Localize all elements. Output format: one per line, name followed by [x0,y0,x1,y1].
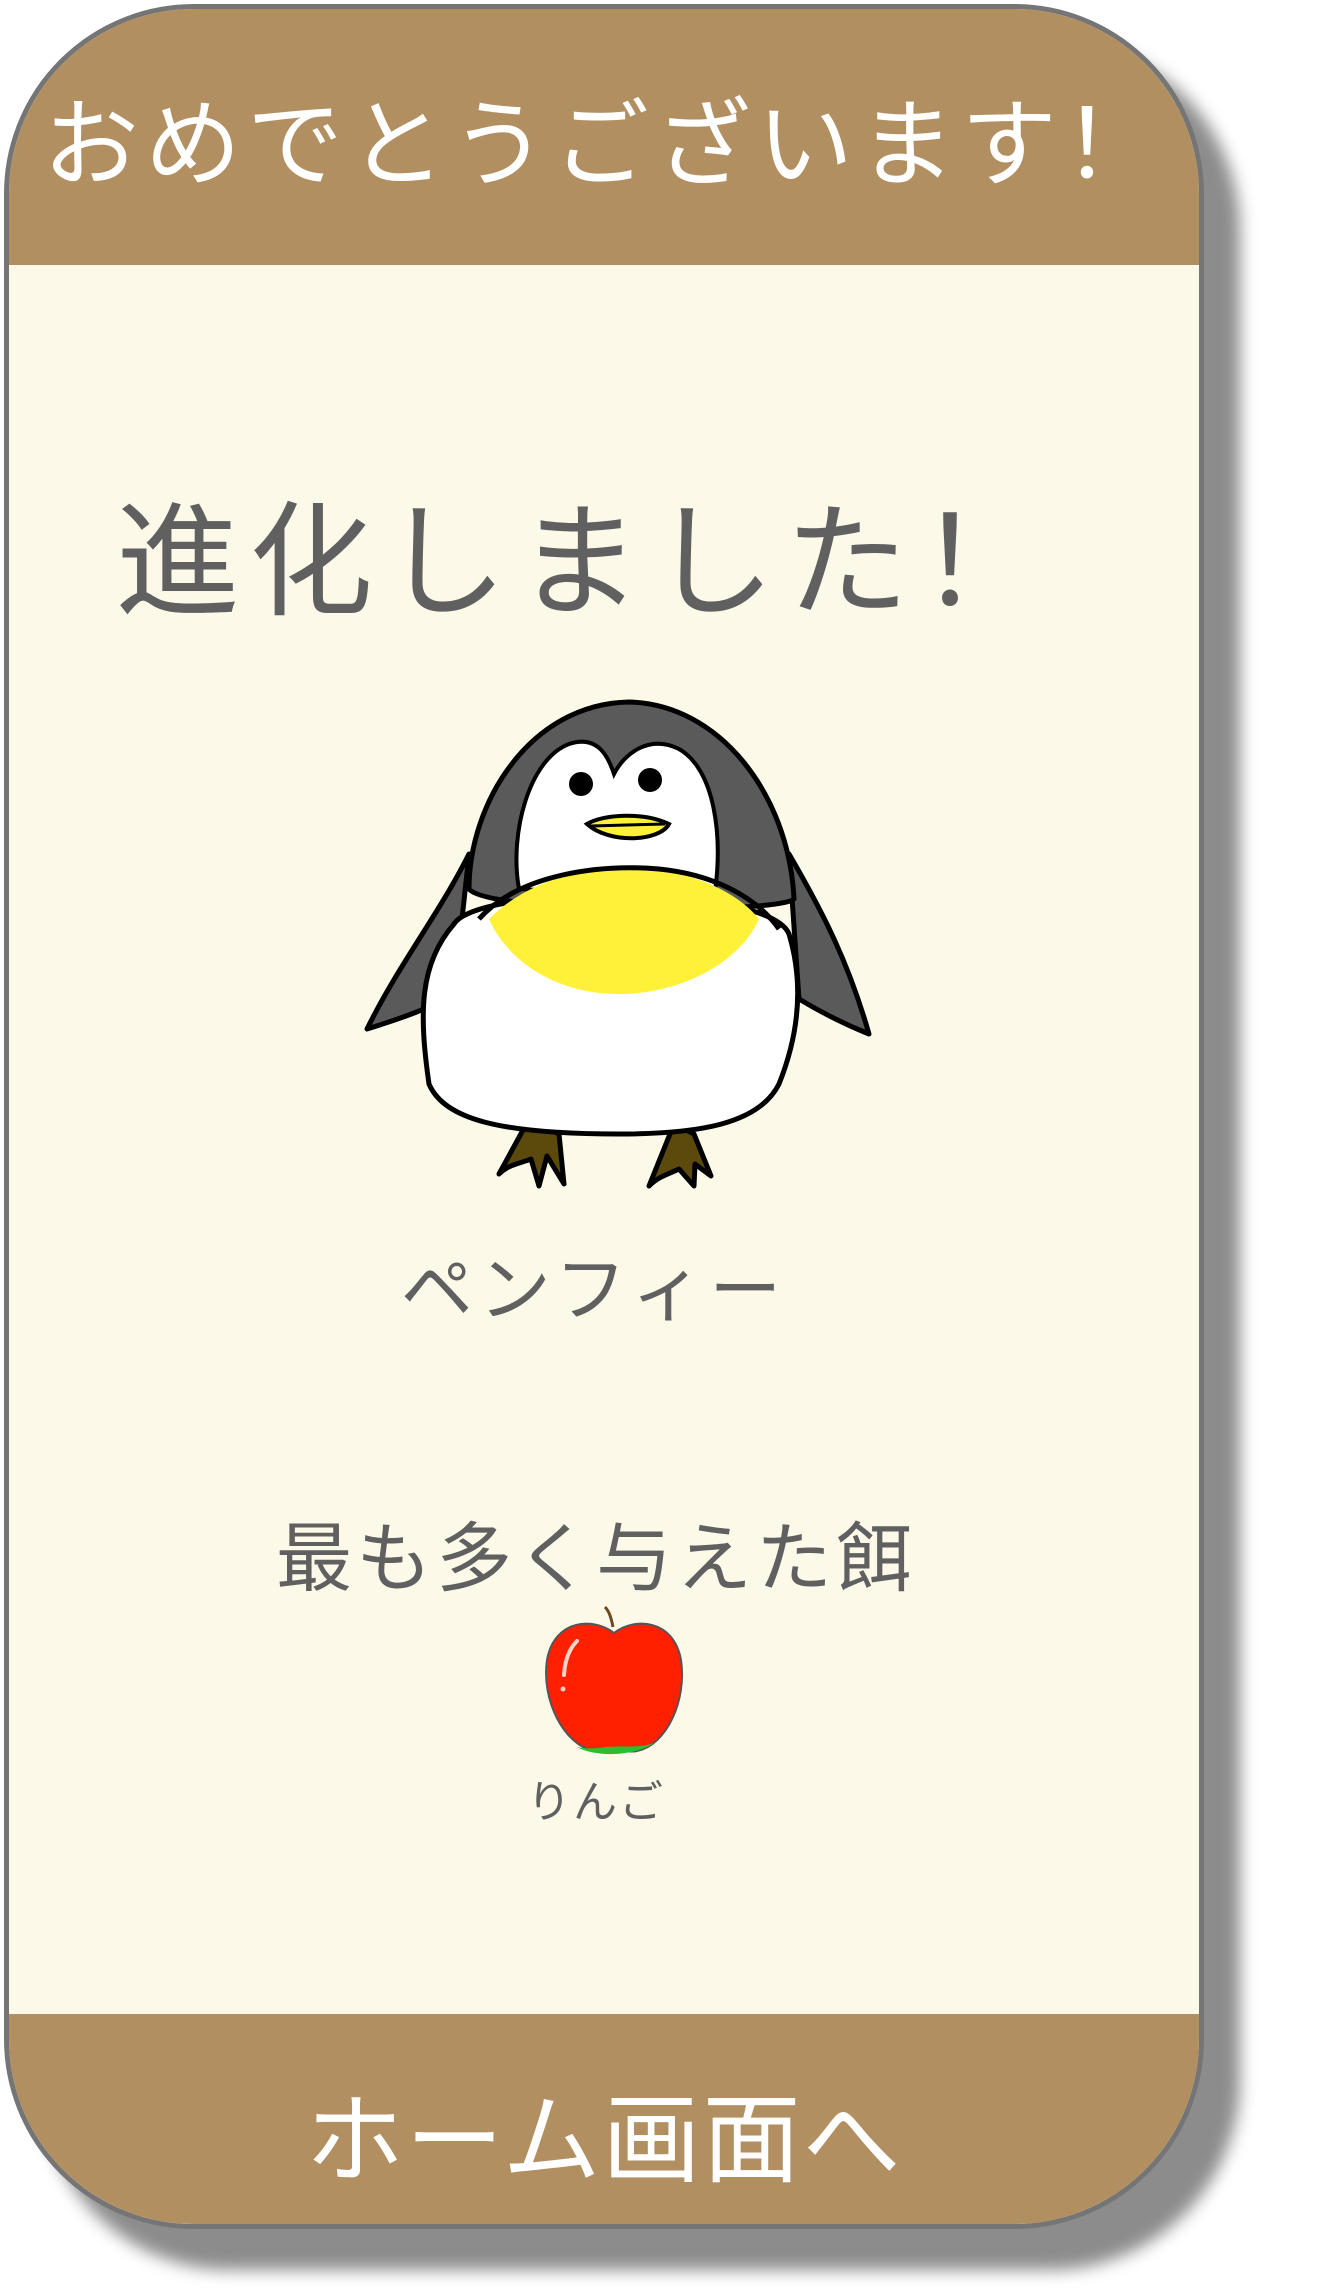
most-fed-label: 最も多く与えた餌 [276,1514,916,1603]
congratulations-title: おめでとうございます！ [43,89,1165,201]
evolution-dialog: おめでとうございます！ 進化しました！ ペンフィー 最も多く与えた餌 りんご ホ… [4,4,1204,2229]
evolved-message: 進化しました！ [114,491,1053,635]
apple-icon [545,1605,684,1755]
penguin-character [364,699,872,1189]
dialog-header: おめでとうございます！ [9,9,1199,265]
home-button-label: ホーム画面へ [305,2084,903,2198]
home-button[interactable]: ホーム画面へ [9,2014,1199,2224]
pet-name: ペンフィー [400,1248,788,1332]
most-fed-food-name: りんご [527,1777,665,1828]
